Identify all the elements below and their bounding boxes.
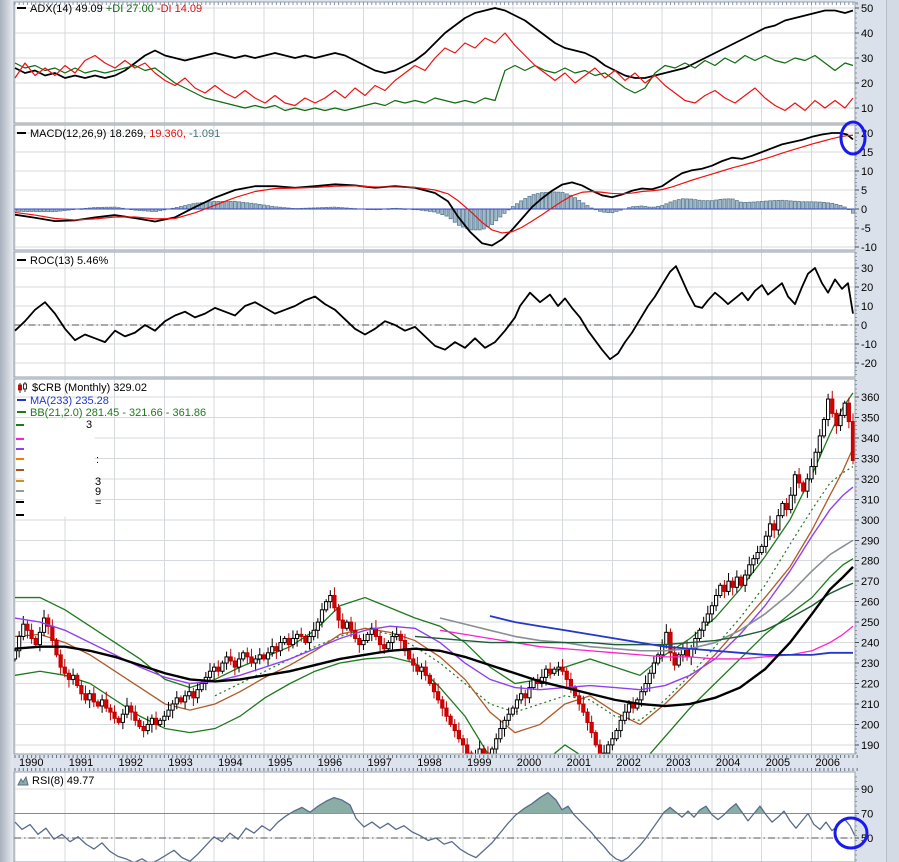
legend-line-swatch <box>16 490 24 492</box>
legend-line-swatch <box>16 501 24 503</box>
legend-line-swatch <box>16 458 24 460</box>
year-label: 1996 <box>318 757 342 769</box>
svg-text:260: 260 <box>861 597 879 609</box>
legend-text-fragment: = <box>95 497 101 509</box>
legend-whiteout-box <box>23 419 95 517</box>
year-label: 2004 <box>716 757 740 769</box>
svg-text:20: 20 <box>861 282 873 294</box>
svg-text:200: 200 <box>861 719 879 731</box>
svg-text:320: 320 <box>861 474 879 486</box>
legend-line-swatch <box>16 424 24 426</box>
svg-text:-5: -5 <box>861 223 871 235</box>
panel-bg-rsi <box>13 771 856 862</box>
svg-text:350: 350 <box>861 412 879 424</box>
year-label: 1994 <box>218 757 242 769</box>
legend-line-swatch <box>16 480 24 482</box>
year-label: 2000 <box>517 757 541 769</box>
legend-text-fragment: 3 <box>86 419 92 431</box>
panel-bg-macd <box>13 124 856 251</box>
left-edge-strip <box>0 0 13 862</box>
svg-text:330: 330 <box>861 453 879 465</box>
svg-text:10: 10 <box>861 103 873 115</box>
year-label: 1992 <box>119 757 143 769</box>
year-label: 2001 <box>567 757 591 769</box>
svg-text:10: 10 <box>861 166 873 178</box>
year-label: 1995 <box>268 757 292 769</box>
panel-bg-adx <box>13 1 856 124</box>
year-label: 1997 <box>367 757 391 769</box>
svg-text:250: 250 <box>861 617 879 629</box>
year-label: 2003 <box>666 757 690 769</box>
svg-text:20: 20 <box>861 78 873 90</box>
legend-line-swatch <box>16 448 24 450</box>
svg-text:30: 30 <box>861 53 873 65</box>
svg-text:220: 220 <box>861 679 879 691</box>
svg-text:270: 270 <box>861 576 879 588</box>
year-label: 1993 <box>168 757 192 769</box>
year-label: 2005 <box>766 757 790 769</box>
year-label: 1999 <box>467 757 491 769</box>
chart-root: 50 40 30 20 10 20 15 10 5 0 -5 -10 30 20 10 0 -10 -20 3:3 9… <box>0 0 899 862</box>
svg-text:10: 10 <box>861 301 873 313</box>
legend-text-fragment: : <box>96 454 99 466</box>
svg-text:360: 360 <box>861 392 879 404</box>
svg-text:240: 240 <box>861 638 879 650</box>
legend-line-swatch <box>16 438 24 440</box>
chart-canvas: 504030201020151050-5-103020100-10-203:39… <box>0 0 899 862</box>
svg-text:340: 340 <box>861 433 879 445</box>
year-label: 2002 <box>616 757 640 769</box>
svg-text:230: 230 <box>861 658 879 670</box>
year-label: 2006 <box>815 757 839 769</box>
svg-text:-20: -20 <box>861 358 877 370</box>
svg-text:5: 5 <box>861 185 867 197</box>
svg-text:300: 300 <box>861 515 879 527</box>
svg-text:290: 290 <box>861 535 879 547</box>
svg-text:0: 0 <box>861 320 867 332</box>
svg-text:-10: -10 <box>861 242 877 254</box>
svg-text:70: 70 <box>861 809 873 821</box>
svg-text:310: 310 <box>861 494 879 506</box>
year-label: 1990 <box>19 757 43 769</box>
legend-line-swatch <box>16 469 24 471</box>
year-label: 1991 <box>69 757 93 769</box>
svg-text:0: 0 <box>861 204 867 216</box>
svg-text:90: 90 <box>861 784 873 796</box>
svg-text:40: 40 <box>861 28 873 40</box>
svg-text:30: 30 <box>861 263 873 275</box>
svg-text:280: 280 <box>861 556 879 568</box>
svg-text:-10: -10 <box>861 339 877 351</box>
panel-bg-price <box>13 378 856 755</box>
svg-text:190: 190 <box>861 740 879 752</box>
svg-text:50: 50 <box>861 3 873 15</box>
svg-text:210: 210 <box>861 699 879 711</box>
panel-bg-roc <box>13 251 856 378</box>
legend-line-swatch <box>16 514 24 516</box>
year-label: 1998 <box>417 757 441 769</box>
